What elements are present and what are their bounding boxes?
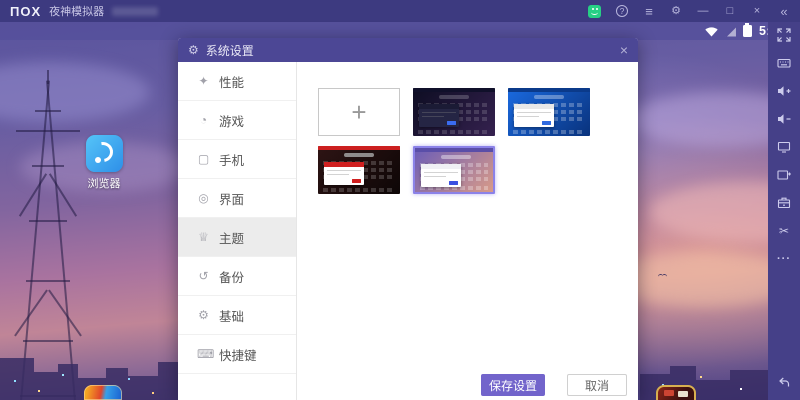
dialog-title: 系统设置 [206,42,254,59]
backup-icon: ↺ [197,269,210,283]
blurred-text [112,7,158,16]
wifi-icon [705,26,718,37]
sidebar-item-game[interactable]: ◔ 游戏 [178,101,296,140]
collapse-sidebar-icon[interactable]: « [778,5,790,18]
browser-app-icon [86,135,123,172]
sidebar-label: 快捷键 [219,345,257,364]
sidebar-label: 性能 [219,72,244,91]
sidebar-item-theme[interactable]: ♕ 主题 [178,218,296,257]
screen-record-icon[interactable] [776,167,792,183]
performance-icon: ✦ [197,74,210,88]
screenshot-icon[interactable] [776,139,792,155]
nox-logo: ΠOX [10,4,41,19]
settings-sidebar: ✦ 性能 ◔ 游戏 ▢ 手机 ◎ 界面 ♕ 主题 [178,62,297,400]
sidebar-label: 游戏 [219,111,244,130]
theme-icon: ♕ [197,230,210,244]
sidebar-item-performance[interactable]: ✦ 性能 [178,62,296,101]
no-signal-icon [725,26,736,37]
android-back-icon[interactable] [776,374,792,390]
game-app-icon-gold[interactable] [656,385,696,400]
theme-thumbnail-dark[interactable] [413,88,495,136]
cancel-button[interactable]: 取消 [567,374,627,396]
volume-down-icon[interactable] [776,111,792,127]
basic-icon: ⚙ [197,308,210,322]
save-settings-button[interactable]: 保存设置 [481,374,545,396]
bird-silhouette [658,274,667,279]
nox-emulator-window: ΠOX 夜神模拟器 ? ≡ ⚙ — □ × « 5:28 [0,0,800,400]
close-icon[interactable]: × [751,6,763,17]
game-app-icon-fire-ice[interactable] [84,385,122,400]
minimize-icon[interactable]: — [697,6,709,17]
dialog-gear-icon: ⚙ [188,43,199,57]
dialog-titlebar: ⚙ 系统设置 × [178,38,638,62]
scissors-cut-icon[interactable]: ✂ [776,223,792,239]
theme-thumbnail-purple-selected[interactable] [413,146,495,194]
theme-panel: + [297,62,638,400]
menu-icon[interactable]: ≡ [643,5,655,18]
install-apk-icon[interactable] [776,195,792,211]
sidebar-item-basic[interactable]: ⚙ 基础 [178,296,296,335]
sidebar-label: 主题 [219,228,244,247]
theme-thumbnail-blue[interactable] [508,88,590,136]
dialog-close-icon[interactable]: × [620,43,628,57]
sidebar-label: 手机 [219,150,244,169]
theme-thumbnail-red[interactable] [318,146,400,194]
maximize-icon[interactable]: □ [724,6,736,17]
desktop-app-browser[interactable]: 浏览器 [80,135,128,191]
battery-icon [743,25,752,37]
game-icon: ◔ [197,113,210,127]
virtual-keyboard-icon[interactable] [776,55,792,71]
theme-thumbnails: + [318,88,618,194]
add-theme-button[interactable]: + [318,88,400,136]
volume-up-icon[interactable] [776,83,792,99]
sidebar-item-phone[interactable]: ▢ 手机 [178,140,296,179]
sidebar-label: 界面 [219,189,244,208]
shortcuts-icon: ⌨ [197,347,210,361]
browser-app-label: 浏览器 [80,175,128,191]
sidebar-label: 基础 [219,306,244,325]
sidebar-item-interface[interactable]: ◎ 界面 [178,179,296,218]
settings-gear-icon[interactable]: ⚙ [670,6,682,17]
window-titlebar: ΠOX 夜神模拟器 ? ≡ ⚙ — □ × « [0,0,800,22]
sidebar-item-backup[interactable]: ↺ 备份 [178,257,296,296]
sidebar-label: 备份 [219,267,244,286]
interface-icon: ◎ [197,191,210,205]
app-store-icon[interactable] [588,5,601,18]
more-tools-icon[interactable]: ··· [776,251,792,267]
system-settings-dialog: ⚙ 系统设置 × ✦ 性能 ◔ 游戏 ▢ 手机 ◎ 界面 [178,38,638,400]
help-icon[interactable]: ? [616,5,628,17]
window-title: 夜神模拟器 [49,3,104,19]
emulator-toolbar: ✂ ··· [768,22,800,400]
fullscreen-icon[interactable] [776,27,792,43]
phone-icon: ▢ [197,152,210,166]
sidebar-item-shortcuts[interactable]: ⌨ 快捷键 [178,335,296,374]
